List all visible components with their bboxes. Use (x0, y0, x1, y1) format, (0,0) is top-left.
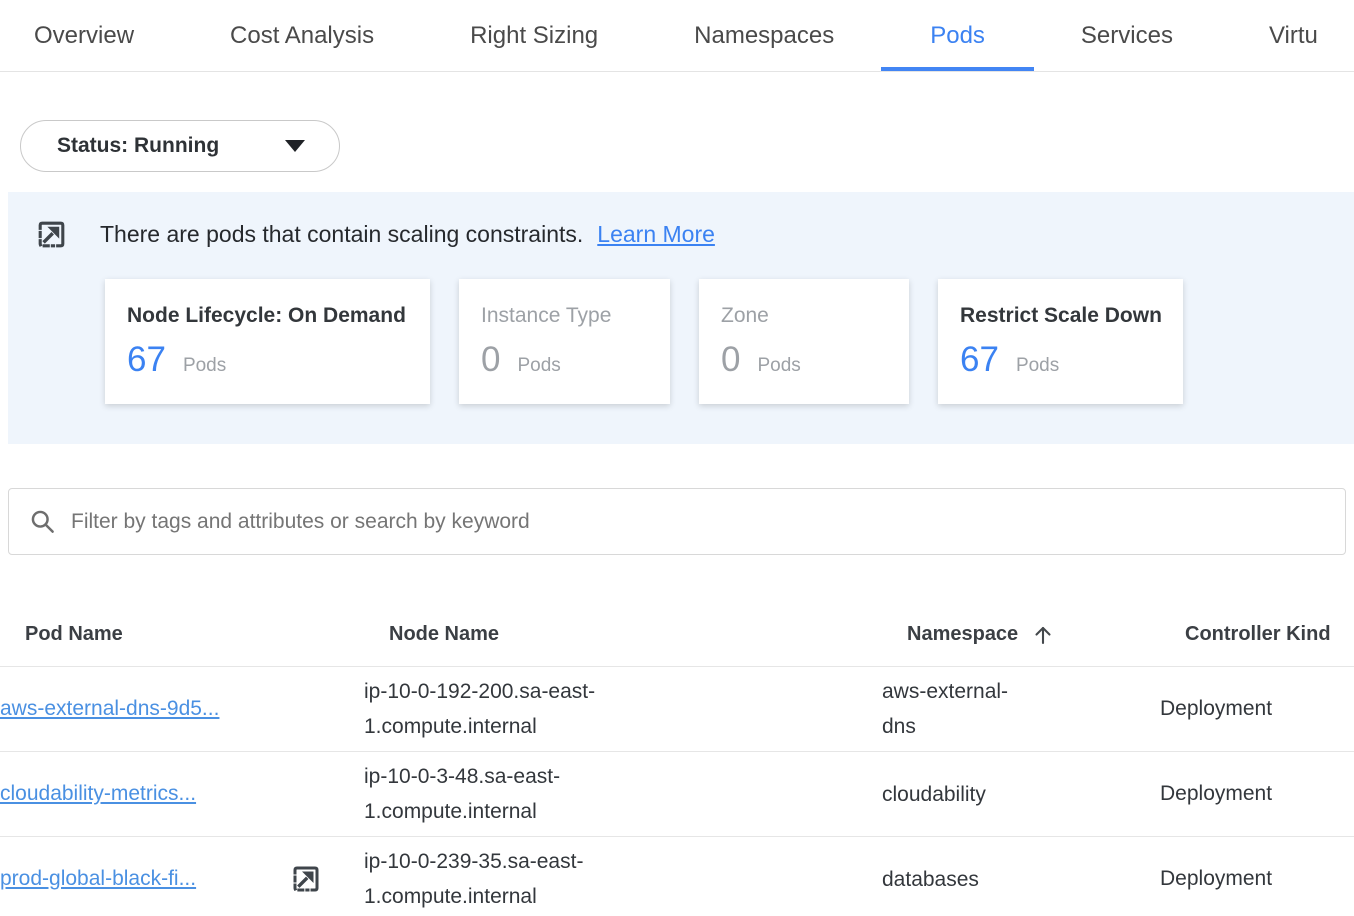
card-title: Instance Type (481, 304, 648, 328)
constraint-banner: There are pods that contain scaling cons… (8, 192, 1354, 444)
search-icon (29, 508, 56, 535)
controller-kind-cell: Deployment (1160, 697, 1354, 721)
search-input[interactable] (71, 510, 1325, 534)
column-header-namespace-label: Namespace (907, 623, 1018, 646)
banner-message: There are pods that contain scaling cons… (100, 221, 583, 248)
table-header: Pod Name Node Name Namespace Controller … (0, 603, 1354, 667)
namespace-cell: cloudability (882, 777, 1032, 812)
card-node-lifecycle[interactable]: Node Lifecycle: On Demand 67 Pods (105, 279, 430, 404)
table-row: prod-global-black-fi... ip-10-0-239-35.s… (0, 837, 1354, 916)
card-unit: Pods (757, 355, 800, 377)
constraint-cards: Node Lifecycle: On Demand 67 Pods Instan… (105, 279, 1354, 404)
node-name-cell: ip-10-0-3-48.sa-east-1.compute.internal (364, 759, 624, 829)
sort-ascending-icon (1031, 623, 1055, 647)
card-value: 0 (481, 340, 500, 380)
card-unit: Pods (517, 355, 560, 377)
card-title: Node Lifecycle: On Demand (127, 304, 408, 328)
tab-overview[interactable]: Overview (34, 0, 134, 71)
node-name-cell: ip-10-0-239-35.sa-east-1.compute.interna… (364, 844, 624, 914)
filter-row: Status: Running (20, 120, 1354, 172)
controller-kind-cell: Deployment (1160, 782, 1354, 806)
pod-name-cell: prod-global-black-fi... (0, 861, 364, 897)
card-title: Zone (721, 304, 887, 328)
card-value: 67 (960, 340, 999, 380)
status-filter-dropdown[interactable]: Status: Running (20, 120, 340, 172)
scaling-constraint-icon (288, 861, 324, 897)
chevron-down-icon (285, 140, 305, 152)
tab-pods[interactable]: Pods (930, 0, 985, 71)
search-bar (8, 488, 1346, 555)
card-restrict-scale-down[interactable]: Restrict Scale Down 67 Pods (938, 279, 1183, 404)
tab-bar: Overview Cost Analysis Right Sizing Name… (0, 0, 1354, 72)
scaling-constraint-icon (33, 216, 70, 253)
pod-name-cell: cloudability-metrics... (0, 782, 364, 806)
node-name-cell: ip-10-0-192-200.sa-east-1.compute.intern… (364, 674, 624, 744)
namespace-cell: databases (882, 862, 1032, 897)
pod-name-link[interactable]: prod-global-black-fi... (0, 867, 196, 891)
column-header-pod-name[interactable]: Pod Name (25, 623, 389, 646)
learn-more-link[interactable]: Learn More (597, 221, 715, 248)
pod-name-cell: aws-external-dns-9d5... (0, 697, 364, 721)
column-header-namespace[interactable]: Namespace (907, 623, 1185, 647)
pods-table: Pod Name Node Name Namespace Controller … (0, 603, 1354, 916)
tab-cost-analysis[interactable]: Cost Analysis (230, 0, 374, 71)
tab-services[interactable]: Services (1081, 0, 1173, 71)
namespace-cell: aws-external-dns (882, 674, 1032, 744)
pod-name-link[interactable]: cloudability-metrics... (0, 782, 196, 806)
card-zone[interactable]: Zone 0 Pods (699, 279, 909, 404)
card-title: Restrict Scale Down (960, 304, 1161, 328)
status-filter-label: Status: Running (57, 134, 219, 158)
card-unit: Pods (1016, 355, 1059, 377)
column-header-controller-kind[interactable]: Controller Kind (1185, 623, 1354, 646)
card-instance-type[interactable]: Instance Type 0 Pods (459, 279, 670, 404)
column-header-node-name[interactable]: Node Name (389, 623, 907, 646)
controller-kind-cell: Deployment (1160, 867, 1354, 891)
card-value: 67 (127, 340, 166, 380)
table-row: aws-external-dns-9d5... ip-10-0-192-200.… (0, 667, 1354, 752)
tab-right-sizing[interactable]: Right Sizing (470, 0, 598, 71)
table-row: cloudability-metrics... ip-10-0-3-48.sa-… (0, 752, 1354, 837)
tab-namespaces[interactable]: Namespaces (694, 0, 834, 71)
pod-name-link[interactable]: aws-external-dns-9d5... (0, 697, 219, 721)
card-value: 0 (721, 340, 740, 380)
tab-virtual-machines[interactable]: Virtu (1269, 0, 1318, 71)
card-unit: Pods (183, 355, 226, 377)
